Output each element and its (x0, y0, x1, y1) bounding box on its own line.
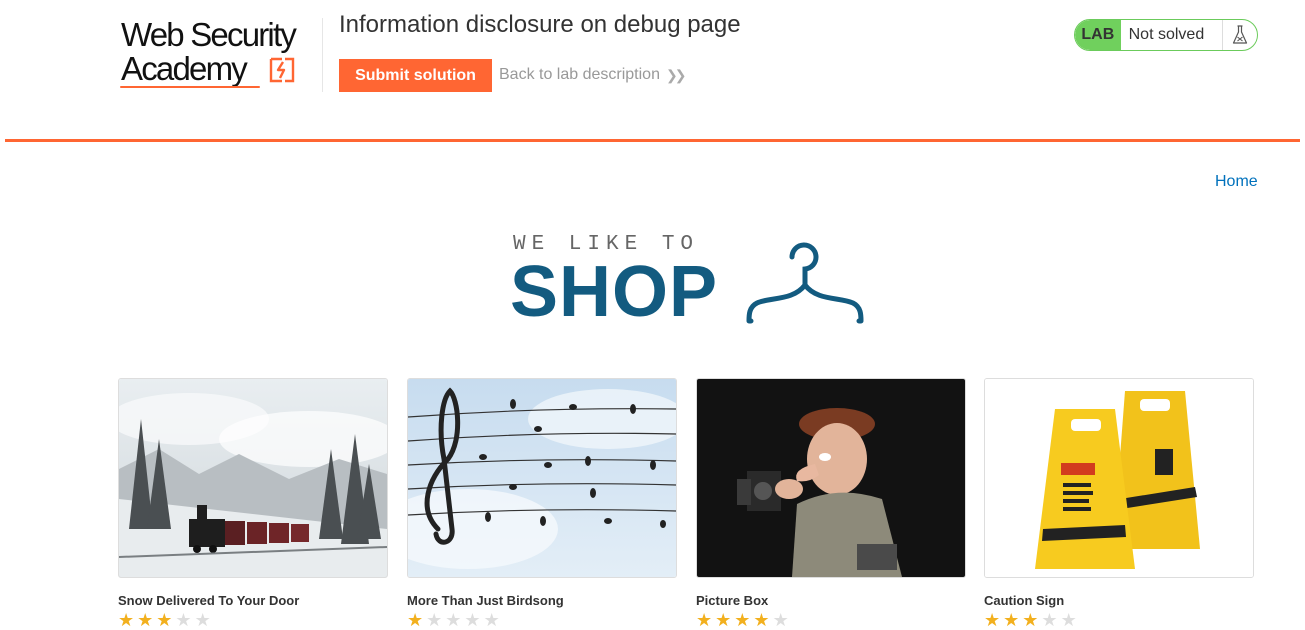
lab-badge: LAB (1075, 20, 1121, 50)
lightning-badge-icon (269, 57, 295, 83)
product-image-caution-sign[interactable] (984, 378, 1254, 578)
submit-solution-button[interactable]: Submit solution (339, 59, 492, 92)
logo-line-2: Academy (121, 50, 248, 87)
star-icon: ★ (137, 610, 157, 630)
lab-status-text: Not solved (1128, 26, 1205, 43)
product-image-photographer[interactable] (696, 378, 966, 578)
star-icon: ★ (445, 610, 465, 630)
shop-hero-logo: WE LIKE TO SHOP (510, 230, 870, 330)
star-icon: ★ (194, 610, 214, 630)
header-divider (322, 18, 323, 92)
product-name[interactable]: More Than Just Birdsong (407, 593, 564, 608)
back-link-label: Back to lab description (499, 66, 660, 83)
product-rating: ★★★★★ (696, 611, 792, 629)
lab-header: Web Security Academy Information disclos… (0, 0, 1305, 142)
star-icon: ★ (753, 610, 773, 630)
lab-status-widget: LAB Not solved (1074, 19, 1258, 51)
star-icon: ★ (464, 610, 484, 630)
star-icon: ★ (734, 610, 754, 630)
star-icon: ★ (156, 610, 176, 630)
product-image-birds-on-wires[interactable] (407, 378, 677, 578)
hero-title: SHOP (510, 252, 719, 332)
star-icon: ★ (1060, 610, 1080, 630)
lab-title: Information disclosure on debug page (339, 11, 741, 38)
product-card[interactable]: More Than Just Birdsong ★★★★★ (407, 378, 677, 629)
star-icon: ★ (118, 610, 138, 630)
product-rating: ★★★★★ (118, 611, 214, 629)
product-card[interactable]: Picture Box ★★★★★ (696, 378, 966, 629)
star-icon: ★ (1003, 610, 1023, 630)
product-name[interactable]: Snow Delivered To Your Door (118, 593, 299, 608)
star-icon: ★ (1022, 610, 1042, 630)
product-image-snow-train[interactable] (118, 378, 388, 578)
product-card[interactable]: Snow Delivered To Your Door ★★★★★ (118, 378, 388, 629)
home-link[interactable]: Home (1215, 173, 1258, 191)
star-icon: ★ (715, 610, 735, 630)
product-name[interactable]: Caution Sign (984, 593, 1064, 608)
star-icon: ★ (772, 610, 792, 630)
logo-underline (120, 86, 260, 88)
header-divider-rule (5, 139, 1300, 142)
back-to-lab-description-link[interactable]: Back to lab description ❯❯ (499, 66, 687, 84)
star-icon: ★ (696, 610, 716, 630)
chevron-double-right-icon: ❯❯ (665, 66, 687, 83)
star-icon: ★ (1041, 610, 1061, 630)
product-rating: ★★★★★ (407, 611, 503, 629)
lab-flask-icon (1221, 20, 1257, 50)
star-icon: ★ (407, 610, 427, 630)
product-rating: ★★★★★ (984, 611, 1080, 629)
product-name[interactable]: Picture Box (696, 593, 768, 608)
star-icon: ★ (175, 610, 195, 630)
star-icon: ★ (426, 610, 446, 630)
product-card[interactable]: Caution Sign ★★★★★ (984, 378, 1254, 629)
web-security-academy-logo[interactable]: Web Security Academy (118, 14, 318, 92)
hanger-icon (746, 242, 864, 324)
star-icon: ★ (483, 610, 503, 630)
logo-line-1: Web Security (121, 16, 297, 53)
star-icon: ★ (984, 610, 1004, 630)
